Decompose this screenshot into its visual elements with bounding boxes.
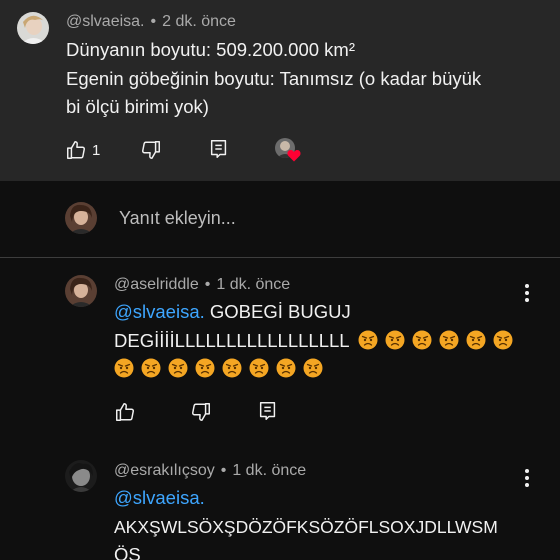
avatar-image — [17, 12, 49, 44]
comment-line: @slvaeisa. GOBEGİ BUGUJ — [114, 298, 534, 327]
comment-text: @slvaeisa. GOBEGİ BUGUJ DEGİİİİLLLLLLLLL… — [114, 298, 534, 384]
angry-face-icon — [466, 330, 486, 350]
divider — [0, 257, 560, 258]
avatar-image — [65, 275, 97, 307]
comment-author[interactable]: @aselriddle — [114, 276, 199, 293]
reply-input[interactable]: Yanıt ekleyin... — [119, 208, 236, 229]
avatar[interactable] — [17, 12, 49, 44]
comment-time[interactable]: 1 dk. önce — [232, 462, 306, 479]
heart-icon — [287, 149, 301, 162]
angry-face-icon — [276, 358, 296, 378]
angry-face-icon — [385, 330, 405, 350]
highlighted-comment: @slvaeisa. • 2 dk. önce Dünyanın boyutu: 5… — [0, 0, 560, 181]
emoji-row-1 — [358, 330, 520, 351]
thumbs-down-icon — [191, 403, 210, 421]
comment-text: Dünyanın boyutu: 509.200.000 km² Egenin … — [66, 36, 481, 122]
like-count: 1 — [92, 142, 101, 159]
meta-separator: • — [220, 462, 227, 479]
thumbs-up-icon — [67, 141, 86, 159]
avatar[interactable] — [65, 275, 97, 307]
comment-line-text: DEGİİİİLLLLLLLLLLLLLLLLL — [114, 329, 350, 351]
comment-line: Egenin göbeğinin boyutu: Tanımsız (o kad… — [66, 67, 482, 89]
angry-face-icon — [222, 358, 242, 378]
angry-face-icon — [141, 358, 161, 378]
like-button[interactable] — [114, 401, 136, 423]
like-button[interactable] — [65, 139, 87, 161]
comment-text: @slvaeisa. AKXŞWLSÖXŞDÖZÖFKSÖZÖFLSOXJDLL… — [114, 484, 554, 560]
comment-time[interactable]: 1 dk. önce — [216, 276, 290, 293]
angry-face-icon — [439, 330, 459, 350]
angry-face-icon — [493, 330, 513, 350]
meta-separator: • — [150, 13, 157, 30]
angry-face-icon — [358, 330, 378, 350]
avatar-image — [65, 202, 97, 234]
comment-author[interactable]: @esrakılıçsoy — [114, 462, 215, 479]
comment-line: bi ölçü birimi yok) — [66, 96, 209, 117]
reply-icon — [259, 402, 276, 420]
reply-button[interactable] — [257, 400, 279, 422]
angry-face-icon — [168, 358, 188, 378]
angry-face-icon — [303, 358, 323, 378]
mention-link[interactable]: @slvaeisa. — [114, 301, 205, 322]
angry-face-icon — [412, 330, 432, 350]
reply-icon — [210, 140, 227, 158]
comment-line: DEGİİİİLLLLLLLLLLLLLLLLL — [114, 327, 534, 356]
comment-meta: @aselriddle • 1 dk. önce — [114, 276, 290, 294]
comment-meta: @esrakılıçsoy • 1 dk. önce — [114, 462, 306, 480]
mention-link[interactable]: @slvaeisa. — [114, 487, 205, 508]
comment-author[interactable]: @slvaeisa. — [66, 13, 145, 30]
avatar[interactable] — [65, 460, 97, 492]
thumbs-down-icon — [141, 141, 160, 159]
comment-line-text: GOBEGİ BUGUJ — [204, 301, 351, 322]
angry-face-icon — [249, 358, 269, 378]
dislike-button[interactable] — [140, 139, 162, 161]
comment-line: Dünyanın boyutu: 509.200.000 km² — [66, 39, 355, 60]
comment-line — [114, 355, 534, 384]
comment-line: @slvaeisa. — [114, 484, 554, 513]
avatar-image — [65, 460, 97, 492]
reply-button[interactable] — [208, 138, 230, 160]
emoji-row-2 — [114, 358, 330, 379]
angry-face-icon — [195, 358, 215, 378]
comment-meta: @slvaeisa. • 2 dk. önce — [66, 13, 236, 31]
comment-time[interactable]: 2 dk. önce — [162, 13, 236, 30]
comment-line: ÖS — [114, 544, 141, 560]
thumbs-up-icon — [116, 403, 135, 421]
meta-separator: • — [204, 276, 211, 293]
comment-line: AKXŞWLSÖXŞDÖZÖFKSÖZÖFLSOXJDLLWSM — [114, 516, 498, 537]
angry-face-icon — [114, 358, 134, 378]
dislike-button[interactable] — [190, 401, 212, 423]
current-user-avatar — [65, 202, 97, 234]
